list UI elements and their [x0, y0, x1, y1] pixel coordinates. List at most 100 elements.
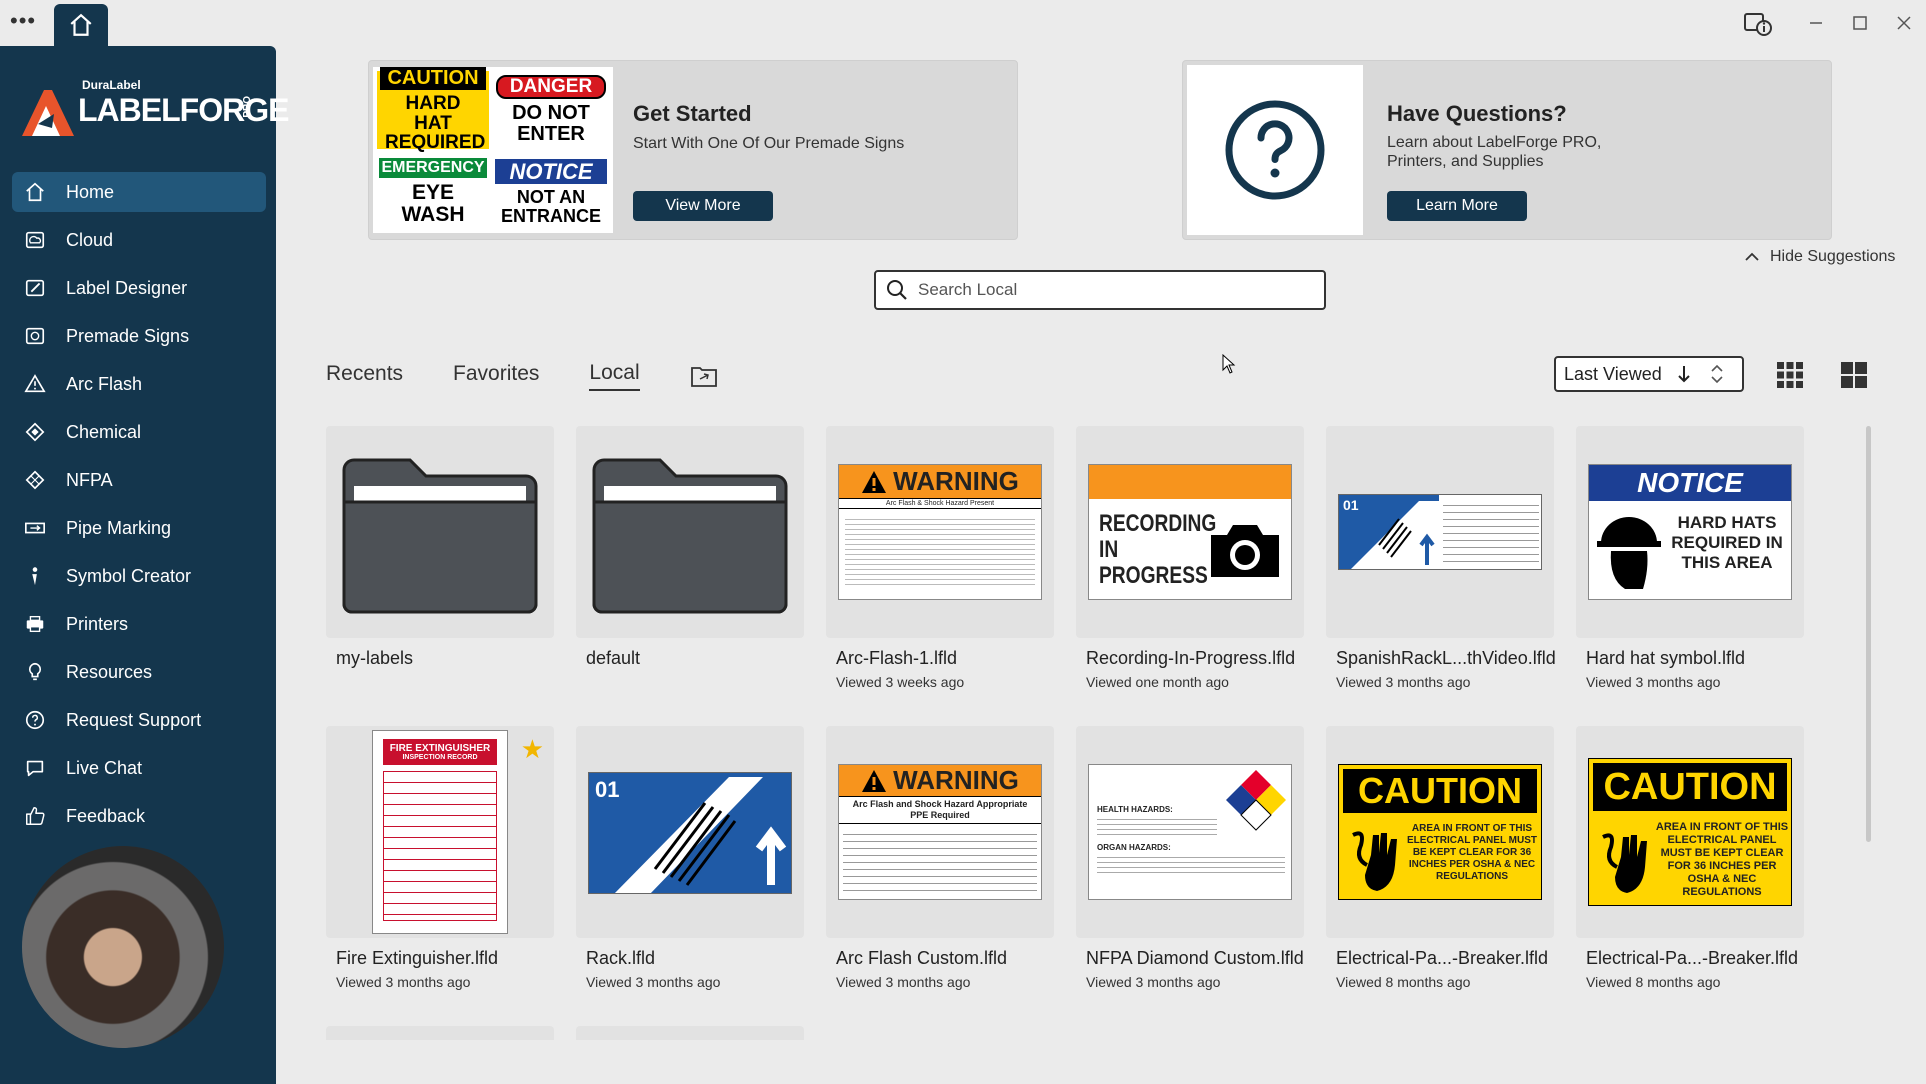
tab-local[interactable]: Local	[589, 361, 640, 391]
labelforge-logo: DuraLabel LABELFORGE PRO	[18, 76, 289, 156]
close-button[interactable]	[1882, 0, 1926, 46]
label-title: WARNING	[893, 466, 1019, 496]
sidebar-item-resources[interactable]: Resources	[12, 652, 266, 692]
label-title: RECORDING IN PROGRESS	[1099, 510, 1217, 589]
sign-text: DO NOT ENTER	[512, 101, 590, 145]
chat-icon	[26, 760, 44, 777]
view-more-button[interactable]: View More	[633, 191, 773, 221]
sign-text: EYE WASH	[401, 181, 465, 227]
file-thumbnail	[326, 426, 554, 638]
file-card[interactable]: NOTICE HARD HATS REQUIRED IN THIS AREA H…	[1576, 426, 1804, 690]
file-thumbnail: WARNING Arc Flash & Shock Hazard Present	[826, 426, 1054, 638]
tab-recents[interactable]: Recents	[326, 362, 403, 390]
sidebar-item-label: Request Support	[66, 709, 202, 730]
file-card-partial[interactable]	[326, 1026, 554, 1040]
file-thumbnail: NOTICE HARD HATS REQUIRED IN THIS AREA	[1576, 426, 1804, 638]
minimize-button[interactable]	[1794, 0, 1838, 46]
home-tab[interactable]	[54, 4, 108, 46]
sidebar-item-label: Pipe Marking	[66, 517, 172, 538]
sidebar-item-premade-signs[interactable]: Premade Signs	[12, 316, 266, 356]
sidebar-item-request-support[interactable]: Request Support	[12, 700, 266, 740]
sidebar-item-home[interactable]: Home	[12, 172, 266, 212]
file-card[interactable]: CAUTION AREA IN FRONT OF THIS ELECTRICAL…	[1576, 726, 1804, 990]
file-thumbnail: 01	[576, 726, 804, 938]
label-table	[383, 771, 497, 921]
file-card[interactable]: 01 SpanishRackL...thVideo.lfld Viewed 3 …	[1326, 426, 1556, 690]
sidebar-nav: Home Cloud Label Designer Premade Signs …	[12, 172, 266, 844]
device-info-icon[interactable]	[1736, 0, 1780, 46]
danger-sign: DANGER DO NOT ENTER	[493, 71, 609, 149]
premade-signs-preview: CAUTION HARD HAT REQUIRED DANGER DO NOT …	[373, 66, 613, 233]
more-menu-icon[interactable]: •••	[10, 10, 44, 36]
file-card[interactable]: RECORDING IN PROGRESS Recording-In-Progr…	[1076, 426, 1304, 690]
file-thumbnail: RECORDING IN PROGRESS	[1076, 426, 1304, 638]
file-meta: Viewed 3 weeks ago	[836, 674, 965, 690]
file-card[interactable]: default	[576, 426, 804, 674]
sidebar-item-cloud[interactable]: Cloud	[12, 220, 266, 260]
open-folder-icon[interactable]	[690, 364, 718, 388]
file-meta: Viewed 3 months ago	[1586, 674, 1721, 690]
label-body	[1097, 853, 1285, 875]
file-card[interactable]: FIRE EXTINGUISHER INSPECTION RECORD ★ Fi…	[326, 726, 554, 990]
file-meta: Viewed 3 months ago	[836, 974, 971, 990]
file-card[interactable]: my-labels	[326, 426, 554, 674]
sign-text: DANGER	[496, 75, 606, 99]
file-name: default	[586, 648, 641, 668]
sidebar-item-label: Feedback	[66, 805, 146, 826]
webcam-overlay	[22, 846, 224, 1048]
file-meta: Viewed 3 months ago	[1086, 974, 1221, 990]
hide-suggestions-toggle[interactable]: Hide Suggestions	[1744, 248, 1895, 266]
file-thumbnail: CAUTION AREA IN FRONT OF THIS ELECTRICAL…	[1576, 726, 1804, 938]
learn-more-button[interactable]: Learn More	[1387, 191, 1527, 221]
lightbulb-icon	[28, 662, 42, 681]
sign-text: HARD HAT REQUIRED	[385, 92, 486, 154]
file-card-partial[interactable]	[576, 1026, 804, 1040]
file-name: Electrical-Pa...-Breaker.lfld	[1336, 948, 1549, 968]
warning-triangle-icon	[24, 374, 46, 393]
sidebar-item-label-designer[interactable]: Label Designer	[12, 268, 266, 308]
sidebar-item-nfpa[interactable]: NFPA	[12, 460, 266, 500]
nfpa-diamond-icon	[1226, 770, 1286, 831]
sidebar-item-live-chat[interactable]: Live Chat	[12, 748, 266, 788]
search-input[interactable]	[918, 280, 1298, 300]
tab-favorites[interactable]: Favorites	[453, 362, 539, 390]
file-card[interactable]: CAUTION AREA IN FRONT OF THIS ELECTRICAL…	[1326, 726, 1554, 990]
sort-select[interactable]: Last Viewed	[1554, 356, 1744, 392]
file-card[interactable]: 01 Rack.lfld Viewed 3 months ago	[576, 726, 804, 990]
electric-hand-icon	[1352, 831, 1397, 891]
brand-name: LABELFORGE	[78, 92, 289, 128]
sidebar-item-arc-flash[interactable]: Arc Flash	[12, 364, 266, 404]
favorite-star-icon[interactable]: ★	[521, 734, 544, 765]
sidebar-item-label: Symbol Creator	[66, 565, 192, 586]
sign-text: CAUTION	[380, 66, 486, 90]
pipe-icon	[25, 522, 45, 534]
label-title-text: FIRE EXTINGUISHER	[389, 743, 491, 754]
file-card[interactable]: WARNING Arc Flash and Shock Hazard Appro…	[826, 726, 1054, 990]
large-grid-view-icon[interactable]	[1839, 360, 1869, 390]
file-card[interactable]: WARNING Arc Flash & Shock Hazard Present…	[826, 426, 1054, 690]
recording-label-preview: RECORDING IN PROGRESS	[1088, 464, 1292, 600]
sidebar-item-printers[interactable]: Printers	[12, 604, 266, 644]
search-box[interactable]	[874, 270, 1326, 310]
sidebar-item-label: Cloud	[66, 229, 114, 250]
logo-mark-icon	[22, 90, 74, 136]
sort-chevrons-icon	[1711, 364, 1723, 384]
emergency-sign: EMERGENCY EYE WASH	[377, 153, 489, 231]
arrow-down-icon[interactable]	[1676, 364, 1692, 384]
small-grid-view-icon[interactable]	[1775, 360, 1805, 390]
sidebar-item-feedback[interactable]: Feedback	[12, 796, 266, 836]
label-body	[1097, 815, 1217, 835]
file-card[interactable]: HEALTH HAZARDS: ORGAN HAZARDS: NFPA Diam…	[1076, 726, 1304, 990]
label-body	[843, 828, 1037, 896]
maximize-button[interactable]	[1838, 0, 1882, 46]
hide-suggestions-label: Hide Suggestions	[1770, 248, 1896, 265]
chevron-up-icon	[1745, 252, 1759, 261]
sidebar-item-pipe-marking[interactable]: Pipe Marking	[12, 508, 266, 548]
sidebar-item-chemical[interactable]: Chemical	[12, 412, 266, 452]
sidebar-item-symbol-creator[interactable]: Symbol Creator	[12, 556, 266, 596]
label-subtitle: Arc Flash and Shock Hazard Appropriate P…	[839, 797, 1041, 824]
banner-subtitle: Learn about LabelForge PRO,	[1387, 134, 1602, 151]
label-title: CAUTION	[1593, 763, 1787, 811]
sidebar-item-label: Label Designer	[66, 277, 188, 298]
scrollbar[interactable]	[1866, 426, 1871, 842]
